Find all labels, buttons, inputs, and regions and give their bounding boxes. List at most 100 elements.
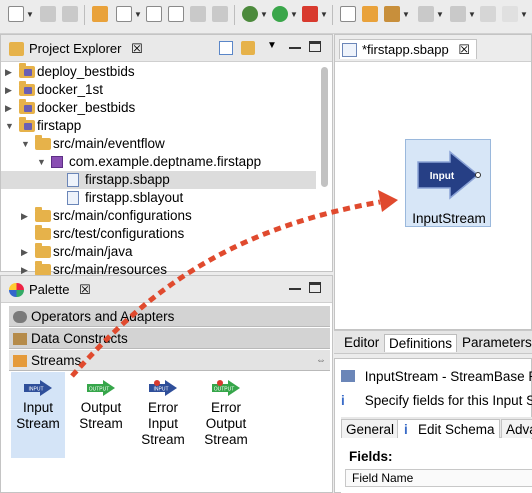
tab-edit-schema-label: Edit Schema <box>418 422 495 437</box>
collapse-all-icon[interactable] <box>219 41 233 55</box>
tree-item[interactable]: firstapp.sblayout <box>1 189 316 207</box>
column-header-field-name: Field Name <box>352 471 414 485</box>
tab-editor[interactable]: Editor <box>340 334 383 352</box>
tab-advanced[interactable]: Adva <box>501 419 532 438</box>
scrollbar[interactable] <box>321 67 328 187</box>
streams-icon <box>13 355 27 367</box>
open-task-icon[interactable] <box>340 6 356 22</box>
maximize-icon[interactable] <box>309 282 321 293</box>
palette-header: Palette ☒ <box>1 276 332 303</box>
debug-icon[interactable] <box>242 6 258 22</box>
tree-item[interactable]: ▼ com.example.deptname.firstapp <box>1 153 316 171</box>
tree-item-label: docker_bestbids <box>37 100 136 115</box>
new-file-icon[interactable] <box>116 6 132 22</box>
tab-project-explorer[interactable]: Project Explorer ☒ <box>7 39 143 59</box>
stream-arrow-icon: OUTPUT <box>212 380 240 396</box>
info-icon: i <box>404 422 408 437</box>
expanded-twisty-icon[interactable]: ▼ <box>37 153 47 171</box>
new-folder-icon[interactable] <box>146 6 162 22</box>
tree-item[interactable]: ▶ src/main/configurations <box>1 207 316 225</box>
minimize-icon[interactable] <box>289 288 301 290</box>
save-all-icon[interactable] <box>62 6 78 22</box>
tree-item[interactable]: firstapp.sbapp <box>1 171 316 189</box>
stop-caret-icon[interactable]: ▼ <box>320 10 328 19</box>
prev-caret-icon[interactable]: ▼ <box>468 10 476 19</box>
open-type-icon[interactable] <box>168 6 184 22</box>
project-explorer-panel: Project Explorer ☒ ▼ ▶ deploy_bestbids ▶ do… <box>0 34 333 277</box>
input-stream-component[interactable]: Input InputStream <box>405 139 491 227</box>
palette-item[interactable]: OUTPUT Error Output Stream <box>199 372 253 448</box>
minimize-icon[interactable] <box>289 47 301 49</box>
stream-arrow-icon: INPUT <box>24 380 52 396</box>
drawer-streams[interactable]: Streams ⇔ <box>9 350 330 371</box>
tab-edit-schema[interactable]: i Edit Schema <box>397 419 500 438</box>
component-label: InputStream <box>412 211 486 226</box>
expanded-twisty-icon[interactable]: ▼ <box>5 117 15 135</box>
close-icon[interactable]: ☒ <box>458 42 470 57</box>
palette-item[interactable]: OUTPUT Output Stream <box>74 372 128 432</box>
tree-item[interactable]: ▶ src/main/java <box>1 243 316 261</box>
back-icon[interactable] <box>502 6 518 22</box>
tree-item[interactable]: ▶ docker_1st <box>1 81 316 99</box>
tab-general[interactable]: General <box>341 419 400 438</box>
maximize-icon[interactable] <box>309 41 321 52</box>
clean-icon[interactable] <box>212 6 228 22</box>
link-editor-icon[interactable] <box>241 41 255 55</box>
view-menu-icon[interactable]: ▼ <box>267 40 277 51</box>
tree-item[interactable]: ▼ firstapp <box>1 117 316 135</box>
next-caret-icon[interactable]: ▼ <box>436 10 444 19</box>
toolbar-separator <box>234 5 235 25</box>
run-caret-icon[interactable]: ▼ <box>290 10 298 19</box>
properties-info-row: i Specify fields for this Input S <box>341 393 532 408</box>
new-file-caret-icon[interactable]: ▼ <box>134 10 142 19</box>
new-menu-caret-icon[interactable]: ▼ <box>26 10 34 19</box>
close-icon[interactable]: ☒ <box>79 282 91 297</box>
expanded-twisty-icon[interactable]: ▼ <box>21 135 31 153</box>
edit-caret-icon[interactable]: ▼ <box>402 10 410 19</box>
tree-item-label: src/test/configurations <box>53 226 185 241</box>
run-icon[interactable] <box>272 6 288 22</box>
collapsed-twisty-icon[interactable]: ▶ <box>21 207 31 225</box>
collapsed-twisty-icon[interactable]: ▶ <box>5 81 15 99</box>
debug-caret-icon[interactable]: ▼ <box>260 10 268 19</box>
editor-tabs: Editor Definitions Parameters <box>334 330 532 354</box>
close-icon[interactable]: ☒ <box>131 41 143 56</box>
tree-item[interactable]: src/test/configurations <box>1 225 316 243</box>
collapsed-twisty-icon[interactable]: ▶ <box>21 243 31 261</box>
tree-item[interactable]: ▶ deploy_bestbids <box>1 63 316 81</box>
save-icon[interactable] <box>40 6 56 22</box>
new-project-icon[interactable] <box>92 6 108 22</box>
edit-icon[interactable] <box>384 6 400 22</box>
drawer-operators-and-adapters[interactable]: Operators and Adapters <box>9 306 330 327</box>
tab-parameters[interactable]: Parameters <box>458 334 532 352</box>
build-icon[interactable] <box>190 6 206 22</box>
last-edit-icon[interactable] <box>480 6 496 22</box>
next-annotation-icon[interactable] <box>418 6 434 22</box>
palette-item[interactable]: INPUT Error Input Stream <box>136 372 190 448</box>
collapsed-twisty-icon[interactable]: ▶ <box>5 63 15 81</box>
drawer-data-constructs[interactable]: Data Constructs <box>9 328 330 349</box>
back-caret-icon[interactable]: ▼ <box>520 10 528 19</box>
palette-item[interactable]: INPUT Input Stream <box>11 372 65 458</box>
new-icon[interactable] <box>8 6 24 22</box>
stop-icon[interactable] <box>302 6 318 22</box>
properties-panel: InputStream - StreamBase P i Specify fie… <box>334 358 532 493</box>
sbapp-file-icon <box>342 43 357 57</box>
tab-definitions[interactable]: Definitions <box>384 334 458 352</box>
input-arrow-icon: Input <box>417 150 481 200</box>
collapsed-twisty-icon[interactable]: ▶ <box>5 99 15 117</box>
fields-title: Fields: <box>349 449 393 464</box>
palette-item-label: Input <box>22 400 54 415</box>
palette-item-label: Error <box>148 400 178 415</box>
tab-firstapp-sbapp[interactable]: *firstapp.sbapp ☒ <box>339 39 478 59</box>
project-folder-icon <box>19 63 35 78</box>
tree-item-label: deploy_bestbids <box>37 64 135 79</box>
tree-item[interactable]: ▼ src/main/eventflow <box>1 135 316 153</box>
open-folder-icon[interactable] <box>362 6 378 22</box>
tab-palette[interactable]: Palette ☒ <box>7 280 91 300</box>
prev-annotation-icon[interactable] <box>450 6 466 22</box>
tree-item-label: firstapp.sblayout <box>85 190 184 205</box>
tree-item[interactable]: ▶ docker_bestbids <box>1 99 316 117</box>
drawer-resize-icon[interactable]: ⇔ <box>316 350 326 371</box>
folder-icon <box>35 225 51 240</box>
